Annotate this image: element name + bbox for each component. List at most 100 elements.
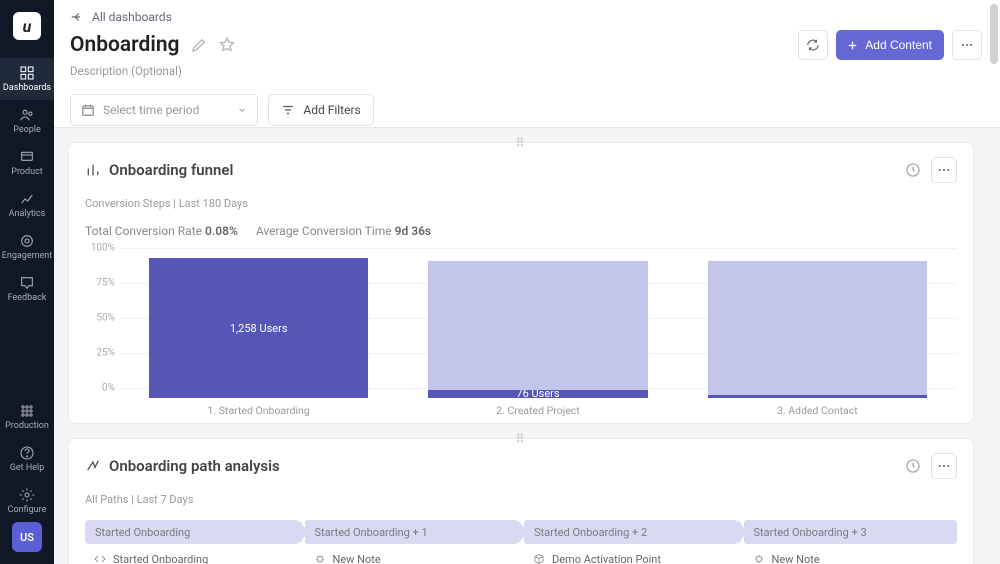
card-subtitle: Conversion Steps | Last 180 Days bbox=[85, 197, 957, 210]
avg-time-label: Average Conversion Time bbox=[256, 224, 392, 238]
filter-icon bbox=[281, 103, 295, 117]
path-step[interactable]: Started Onboarding Started Onboarding bbox=[85, 520, 299, 564]
path-icon bbox=[85, 458, 101, 474]
y-tick: 25% bbox=[85, 348, 115, 359]
code-icon bbox=[93, 552, 107, 564]
total-rate-value: 0.08% bbox=[205, 224, 238, 238]
add-filters-button[interactable]: Add Filters bbox=[268, 94, 373, 126]
time-period-select[interactable]: Select time period bbox=[70, 94, 258, 126]
path-step-item-label: Demo Activation Point bbox=[552, 553, 661, 564]
sidebar-label: Production bbox=[5, 421, 49, 431]
left-sidebar: u Dashboards People Product Analytics En… bbox=[0, 0, 54, 564]
arrow-left-icon bbox=[70, 10, 84, 24]
sidebar-item-get-help[interactable]: Get Help bbox=[0, 438, 54, 480]
funnel-metrics: Total Conversion Rate 0.08% Average Conv… bbox=[85, 224, 957, 238]
sidebar-item-production[interactable]: Production bbox=[0, 396, 54, 438]
gear-icon bbox=[19, 487, 35, 503]
calendar-icon bbox=[81, 103, 95, 117]
more-icon bbox=[937, 459, 951, 473]
sidebar-item-people[interactable]: People bbox=[0, 100, 54, 142]
chevron-down-icon bbox=[237, 105, 247, 115]
sidebar-label: Dashboards bbox=[3, 83, 51, 93]
card-more-button[interactable] bbox=[931, 157, 957, 183]
page-header: All dashboards Onboarding Add Content De… bbox=[54, 0, 1000, 128]
add-filters-label: Add Filters bbox=[303, 103, 360, 117]
x-tick: 2. Created Project bbox=[398, 404, 677, 417]
sidebar-item-configure[interactable]: Configure bbox=[0, 480, 54, 522]
funnel-bar-converted: 76 Users bbox=[428, 390, 647, 398]
clock-icon[interactable] bbox=[903, 160, 923, 180]
x-tick: 1. Started Onboarding bbox=[119, 404, 398, 417]
star-icon[interactable] bbox=[218, 36, 236, 54]
card-subtitle: All Paths | Last 7 Days bbox=[85, 493, 957, 506]
y-tick: 75% bbox=[85, 278, 115, 289]
brand-logo[interactable]: u bbox=[13, 12, 41, 40]
sidebar-item-analytics[interactable]: Analytics bbox=[0, 184, 54, 226]
paths-card: ⠿ Onboarding path analysis All Paths | L… bbox=[68, 438, 974, 564]
cube-icon bbox=[532, 552, 546, 564]
more-button[interactable] bbox=[952, 30, 982, 60]
sidebar-item-engagement[interactable]: Engagement bbox=[0, 226, 54, 268]
clock-icon[interactable] bbox=[903, 456, 923, 476]
sidebar-label: Analytics bbox=[9, 209, 46, 219]
drag-handle-icon[interactable]: ⠿ bbox=[516, 432, 527, 446]
sidebar-item-dashboards[interactable]: Dashboards bbox=[0, 58, 54, 100]
x-tick: 3. Added Contact bbox=[678, 404, 957, 417]
sidebar-label: Feedback bbox=[8, 293, 47, 303]
funnel-bar-entered bbox=[428, 261, 647, 398]
sidebar-label: Get Help bbox=[10, 463, 45, 473]
help-icon bbox=[19, 445, 35, 461]
add-content-button[interactable]: Add Content bbox=[836, 30, 944, 60]
workspace-avatar[interactable]: US bbox=[12, 522, 42, 552]
path-step-item[interactable]: New Note bbox=[305, 550, 519, 564]
grid-icon bbox=[19, 65, 35, 81]
funnel-chart: 100%75%50%25%0%1,258 Users76 Users 1. St… bbox=[85, 248, 957, 417]
more-icon bbox=[960, 38, 974, 52]
y-tick: 50% bbox=[85, 313, 115, 324]
path-step-head: Started Onboarding bbox=[85, 520, 299, 544]
avg-time-value: 9d 36s bbox=[395, 224, 431, 238]
feedback-icon bbox=[19, 275, 35, 291]
edit-icon[interactable] bbox=[190, 36, 208, 54]
breadcrumb[interactable]: All dashboards bbox=[70, 10, 982, 24]
path-step-head: Started Onboarding + 1 bbox=[305, 520, 519, 544]
drag-handle-icon[interactable]: ⠿ bbox=[516, 136, 527, 150]
funnel-card: ⠿ Onboarding funnel Conversion Steps | L… bbox=[68, 142, 974, 424]
path-step-item[interactable]: Started Onboarding bbox=[85, 550, 299, 564]
apps-icon bbox=[19, 403, 35, 419]
card-more-button[interactable] bbox=[931, 453, 957, 479]
product-icon bbox=[19, 149, 35, 165]
sidebar-item-product[interactable]: Product bbox=[0, 142, 54, 184]
bar-chart-icon bbox=[85, 162, 101, 178]
path-step[interactable]: Started Onboarding + 1 New Note bbox=[305, 520, 519, 564]
y-tick: 100% bbox=[85, 243, 115, 254]
y-tick: 0% bbox=[85, 383, 115, 394]
page-description[interactable]: Description (Optional) bbox=[70, 64, 982, 78]
more-icon bbox=[937, 163, 951, 177]
funnel-bar-converted bbox=[708, 395, 927, 398]
content-scroll[interactable]: ⠿ Onboarding funnel Conversion Steps | L… bbox=[54, 128, 988, 564]
card-title: Onboarding funnel bbox=[109, 161, 233, 179]
breadcrumb-label: All dashboards bbox=[92, 10, 172, 24]
sidebar-label: Engagement bbox=[2, 251, 52, 261]
path-step-item[interactable]: New Note bbox=[744, 550, 958, 564]
vertical-scrollbar[interactable] bbox=[990, 2, 998, 562]
note-icon bbox=[752, 552, 766, 564]
path-step-item-label: New Note bbox=[333, 553, 381, 564]
sidebar-item-feedback[interactable]: Feedback bbox=[0, 268, 54, 310]
refresh-icon bbox=[806, 38, 820, 52]
sidebar-label: Configure bbox=[8, 505, 47, 515]
card-title: Onboarding path analysis bbox=[109, 457, 280, 475]
sidebar-label: Product bbox=[11, 167, 42, 177]
funnel-bar-converted: 1,258 Users bbox=[149, 258, 368, 398]
path-step-item-label: Started Onboarding bbox=[113, 553, 208, 564]
sidebar-label: People bbox=[13, 125, 41, 135]
path-steps-row: Started OnboardingStarted OnboardingStar… bbox=[85, 520, 957, 564]
path-step[interactable]: Started Onboarding + 3New Note bbox=[744, 520, 958, 564]
add-content-label: Add Content bbox=[865, 38, 932, 52]
refresh-button[interactable] bbox=[798, 30, 828, 60]
path-step[interactable]: Started Onboarding + 2Demo Activation Po… bbox=[524, 520, 738, 564]
path-step-item[interactable]: Demo Activation Point bbox=[524, 550, 738, 564]
total-rate-label: Total Conversion Rate bbox=[85, 224, 202, 238]
page-title: Onboarding bbox=[70, 33, 180, 57]
